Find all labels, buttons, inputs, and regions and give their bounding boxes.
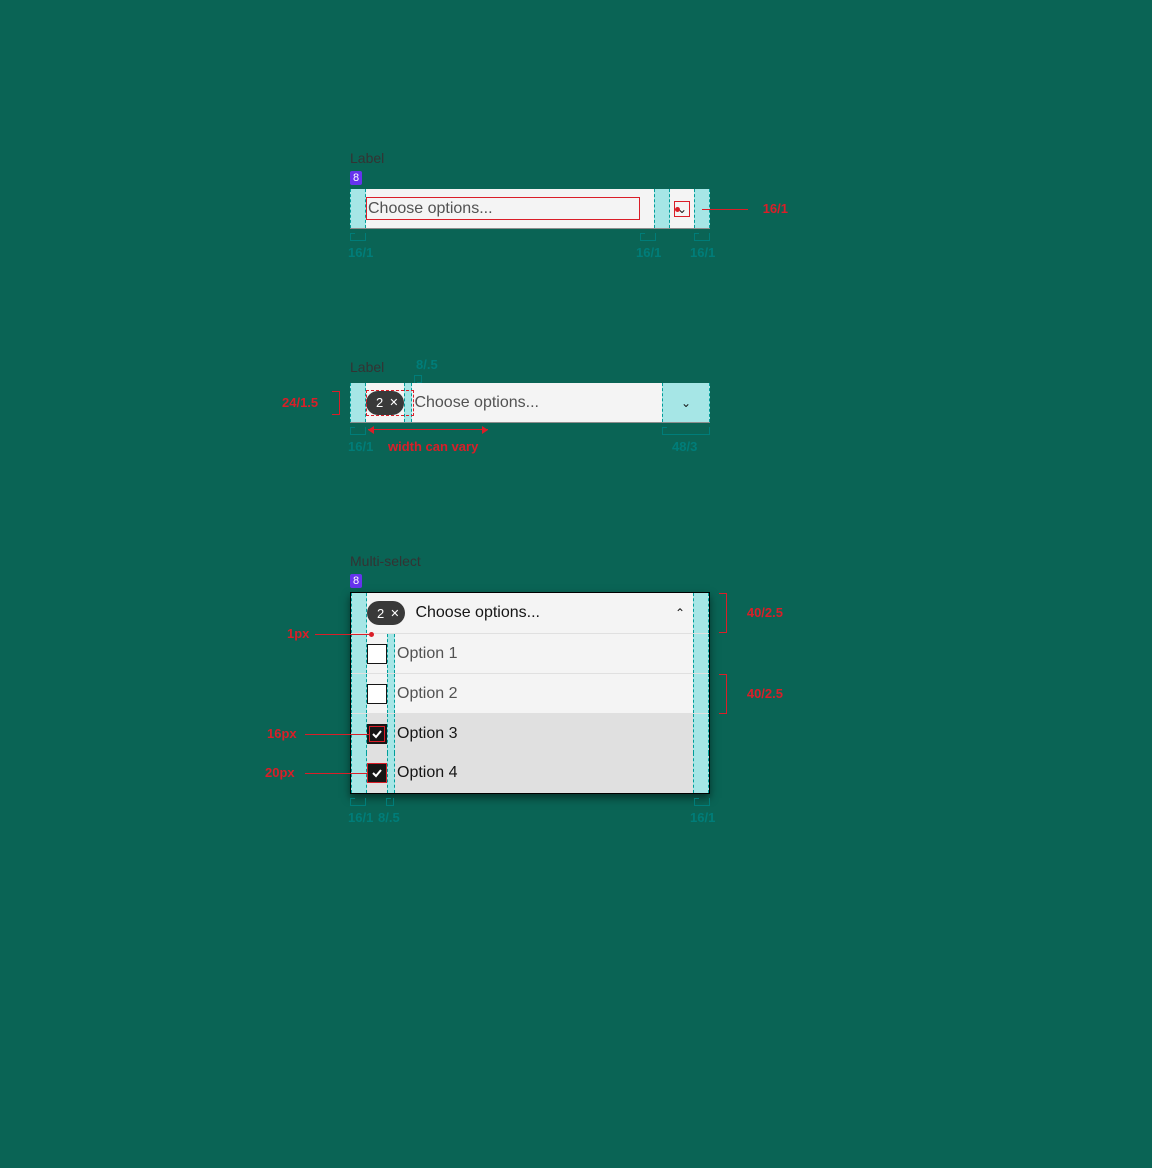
spec-multiselect-open: Multi-select 8 2 ✕ Choose options... ⌃ 4… [350, 553, 710, 824]
checkbox-checked[interactable] [367, 724, 387, 744]
multiselect-field[interactable]: Choose options... ⌄ 16/1 [350, 189, 710, 229]
row-height-bracket [719, 593, 727, 633]
padding-mid-spec [654, 189, 670, 228]
multiselect-field[interactable]: 2 ✕ Choose options... ⌃ 40/2.5 [351, 593, 709, 633]
selection-count-tag[interactable]: 2 ✕ [366, 391, 404, 415]
row-height-bracket [719, 674, 727, 714]
padding-left-spec [350, 383, 366, 422]
chevron-size-annotation: 16/1 [763, 201, 788, 216]
checkbox-size-annotation: 20px [265, 765, 295, 780]
gap-annotation: 8/.5 [416, 357, 438, 372]
leader-line [702, 209, 748, 210]
gap-spec [404, 383, 412, 422]
menu-option[interactable]: Option 2 40/2.5 [351, 673, 709, 713]
placeholder-text: Choose options... [366, 200, 654, 218]
spec-closed-multiselect: Label 8 Choose options... ⌄ 16/1 16/1 16… [350, 150, 710, 259]
tag-count: 2 [377, 606, 384, 621]
bottom-annotations: 16/1 width can vary 48/3 [350, 423, 710, 453]
divider-annotation: 1px [287, 626, 309, 641]
bottom-annotations: 16/1 16/1 16/1 [350, 229, 710, 259]
close-icon[interactable]: ✕ [390, 607, 399, 620]
chevron-down-icon: ⌄ [681, 396, 691, 410]
menu-option[interactable]: Option 3 16px [351, 713, 709, 753]
option-label: Option 4 [395, 764, 457, 782]
checkbox-checked[interactable] [367, 763, 387, 783]
tag-height-annotation: 24/1.5 [282, 395, 318, 410]
field-label: Label [350, 150, 710, 166]
option-label: Option 3 [395, 725, 457, 743]
tag-count: 2 [376, 395, 383, 410]
checkbox[interactable] [367, 684, 387, 704]
option-label: Option 2 [395, 685, 457, 703]
placeholder-text: Choose options... [413, 604, 666, 622]
chevron-up-icon[interactable]: ⌃ [675, 606, 685, 620]
field-label: Multi-select [350, 553, 710, 569]
bottom-annotations: 16/1 8/.5 16/1 [350, 794, 710, 824]
spacing-badge: 8 [350, 171, 362, 185]
menu-option[interactable]: Option 1 1px [351, 633, 709, 673]
checkmark-size-annotation: 16px [267, 726, 297, 741]
chevron-area-spec[interactable]: ⌄ [662, 383, 710, 422]
padding-left-spec [350, 189, 366, 228]
menu-option[interactable]: Option 4 20px [351, 753, 709, 793]
close-icon[interactable]: ✕ [389, 396, 398, 409]
tag-height-bracket [332, 391, 340, 415]
field-label: Label [350, 359, 710, 375]
placeholder-text: Choose options... [412, 394, 662, 412]
spec-multiselect-with-tag: Label 8/.5 2 ✕ Choose options... ⌄ 24/1.… [350, 359, 710, 453]
spacing-badge: 8 [350, 574, 362, 588]
selection-count-tag[interactable]: 2 ✕ [367, 601, 405, 625]
multiselect-field[interactable]: 2 ✕ Choose options... ⌄ 24/1.5 [350, 383, 710, 423]
option-label: Option 1 [395, 645, 457, 663]
multiselect-menu: 2 ✕ Choose options... ⌃ 40/2.5 Option 1 [350, 592, 710, 794]
width-vary-annotation: width can vary [388, 439, 478, 454]
checkbox[interactable] [367, 644, 387, 664]
